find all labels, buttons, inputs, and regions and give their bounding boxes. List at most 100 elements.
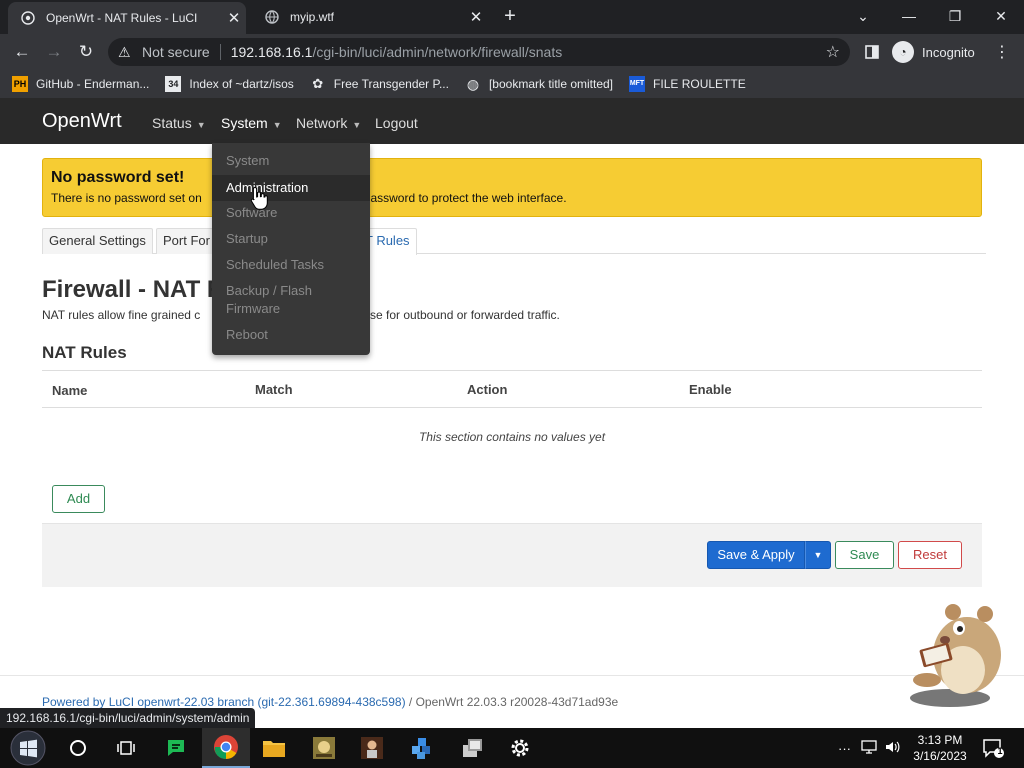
forward-arrow-icon[interactable]: → <box>44 42 64 62</box>
new-tab-plus-icon[interactable]: + <box>500 6 520 26</box>
globe-icon <box>264 9 280 25</box>
bookmark-flower-icon: ✿ <box>312 76 324 91</box>
notification-count: 1 <box>997 746 1003 756</box>
character-app-icon[interactable] <box>348 728 396 768</box>
menu-status[interactable]: Status ▼ <box>152 115 206 131</box>
save-apply-dropdown-caret-icon[interactable]: ▼ <box>805 541 831 569</box>
reload-icon[interactable]: ↻ <box>76 42 96 62</box>
menu-label: Logout <box>375 115 418 131</box>
save-apply-button[interactable]: Save & Apply <box>707 541 805 569</box>
menu-label: Status <box>152 115 192 131</box>
address-bar[interactable]: ⚠ Not secure 192.168.16.1 /cgi-bin/luci/… <box>108 38 850 66</box>
notification-center-icon[interactable]: 1 <box>982 738 1004 758</box>
incognito-icon: ◔ <box>892 41 914 63</box>
menu-system[interactable]: System ▼ <box>221 115 282 131</box>
empty-table-message: This section contains no values yet <box>418 430 606 444</box>
clock-date: 3/16/2023 <box>913 749 967 763</box>
clock-time: 3:13 PM <box>917 733 963 747</box>
dropdown-item-reboot[interactable]: Reboot <box>212 326 370 344</box>
overflow-dots-icon[interactable]: ··· <box>838 741 851 756</box>
kebab-menu-icon[interactable]: ⋮ <box>994 42 1010 62</box>
footer: Powered by LuCI openwrt-22.03 branch (gi… <box>42 695 618 709</box>
caret-down-icon: ▼ <box>272 120 282 130</box>
status-url-tooltip: 192.168.16.1/cgi-bin/luci/admin/system/a… <box>0 708 256 728</box>
dropdown-item-startup[interactable]: Startup <box>212 230 370 248</box>
add-button[interactable]: Add <box>52 485 105 513</box>
menu-network[interactable]: Network ▼ <box>296 115 361 131</box>
menu-label: Network <box>296 115 348 131</box>
dropdown-item-software[interactable]: Software <box>212 204 370 222</box>
incognito-indicator[interactable]: ◔ Incognito <box>892 40 975 64</box>
url-path: /cgi-bin/luci/admin/network/firewall/sna… <box>312 44 563 60</box>
settings-gear-icon[interactable] <box>496 728 544 768</box>
bookmark-dartz-isos[interactable]: 34 Index of ~dartz/isos <box>165 76 294 92</box>
not-secure-label: Not secure <box>142 44 210 60</box>
bookmark-label: Index of ~dartz/isos <box>189 77 294 91</box>
reset-button[interactable]: Reset <box>898 541 962 569</box>
bookmark-star-icon[interactable]: ☆ <box>826 42 840 62</box>
no-password-alert: No password set! There is no password se… <box>42 158 982 217</box>
network-icon[interactable] <box>861 739 877 757</box>
task-view-icon[interactable] <box>102 728 150 768</box>
brand-logo[interactable]: OpenWrt <box>42 110 122 133</box>
close-tab-icon[interactable]: ✕ <box>222 9 246 27</box>
game-launcher-icon[interactable] <box>300 728 348 768</box>
virtual-machine-app-icon[interactable] <box>448 728 496 768</box>
footer-version: / OpenWrt 22.03.3 r20028-43d71ad93e <box>405 695 619 709</box>
bookmarks-bar: PH GitHub - Enderman... 34 Index of ~dar… <box>0 70 1024 98</box>
tab-title: OpenWrt - NAT Rules - LuCI <box>46 11 198 25</box>
close-tab-icon[interactable]: ✕ <box>464 8 488 26</box>
tab-openwrt[interactable]: OpenWrt - NAT Rules - LuCI ✕ <box>8 2 246 34</box>
dropdown-item-administration[interactable]: Administration <box>212 175 370 201</box>
hamster-sticker-image <box>905 600 1009 710</box>
bookmark-ph-icon: PH <box>12 76 28 92</box>
caret-down-icon: ▼ <box>196 120 206 130</box>
save-button[interactable]: Save <box>835 541 894 569</box>
side-panel-icon[interactable] <box>864 44 880 60</box>
file-explorer-folder-icon[interactable] <box>250 728 298 768</box>
bookmark-file-roulette[interactable]: MFT FILE ROULETTE <box>629 76 746 92</box>
tab-general-settings[interactable]: General Settings <box>42 228 153 254</box>
system-tray: ··· <box>838 728 901 768</box>
close-window-icon[interactable]: ✕ <box>979 4 1023 28</box>
tab-search-chevron-down-icon[interactable]: ⌄ <box>841 4 885 28</box>
minimize-icon[interactable]: — <box>887 4 931 28</box>
incognito-label: Incognito <box>922 44 975 60</box>
bookmark-label: [bookmark title omitted] <box>488 77 614 91</box>
dropdown-item-system[interactable]: System <box>212 152 370 170</box>
bookmark-34-icon: 34 <box>165 76 182 92</box>
luci-version-link[interactable]: Powered by LuCI openwrt-22.03 branch (gi… <box>42 695 406 709</box>
column-header-name: Name <box>52 383 88 398</box>
caret-down-icon: ▼ <box>352 120 362 130</box>
start-button-windows-icon[interactable] <box>4 728 52 768</box>
hand-pointer-cursor-icon <box>250 186 268 210</box>
search-circle-icon[interactable] <box>54 728 102 768</box>
page-title: Firewall - NAT R <box>42 276 225 303</box>
blue-cubes-app-icon[interactable] <box>398 728 446 768</box>
page-description-left: NAT rules allow fine grained c <box>42 308 201 322</box>
bookmark-redacted[interactable]: ◍ [bookmark title omitted] <box>465 76 613 92</box>
chrome-taskbar-icon[interactable] <box>202 728 250 768</box>
tab-title: myip.wtf <box>290 10 335 24</box>
chat-app-icon[interactable] <box>152 728 200 768</box>
tab-port-forwards[interactable]: Port For <box>156 228 216 254</box>
bookmark-globe-icon: ◍ <box>466 76 480 92</box>
openwrt-favicon-icon <box>20 10 36 26</box>
column-header-enable: Enable <box>689 382 732 397</box>
warning-triangle-icon[interactable]: ⚠ <box>118 44 136 61</box>
back-arrow-icon[interactable]: ← <box>12 42 32 62</box>
dropdown-item-backup-flash[interactable]: Backup / Flash Firmware <box>212 282 332 318</box>
bookmark-github[interactable]: PH GitHub - Enderman... <box>12 76 149 92</box>
divider <box>219 44 221 60</box>
taskbar-clock[interactable]: 3:13 PM 3/16/2023 <box>908 732 972 764</box>
bookmark-free-transgender[interactable]: ✿ Free Transgender P... <box>310 76 449 92</box>
menu-label: System <box>221 115 268 131</box>
tab-myip[interactable]: myip.wtf ✕ <box>252 0 488 34</box>
menu-logout[interactable]: Logout <box>375 115 418 131</box>
table-header: Name Match Action Enable <box>42 370 982 408</box>
column-header-match: Match <box>255 382 293 397</box>
volume-speaker-icon[interactable] <box>885 740 901 757</box>
dropdown-item-scheduled-tasks[interactable]: Scheduled Tasks <box>212 256 370 274</box>
restore-icon[interactable]: ❐ <box>933 4 977 28</box>
system-dropdown-menu: System Administration Software Startup S… <box>212 143 370 355</box>
